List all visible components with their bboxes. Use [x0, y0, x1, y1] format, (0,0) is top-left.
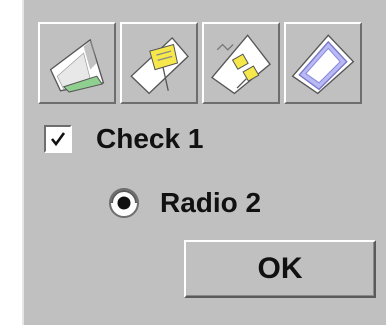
paper-clips-icon-button[interactable] [202, 22, 280, 104]
notebook-icon-button[interactable] [38, 22, 116, 104]
paper-label-icon [126, 28, 192, 98]
radio-selected-icon [109, 188, 139, 218]
dialog-panel: Check 1 Radio 2 OK [22, 0, 386, 325]
check1-label: Check 1 [96, 123, 204, 154]
check1-checkbox[interactable] [44, 125, 72, 153]
checkmark-icon [50, 132, 66, 147]
check1-row[interactable]: Check 1 [44, 118, 203, 160]
paper-label-icon-button[interactable] [120, 22, 198, 104]
picture-frame-icon [290, 28, 356, 98]
ok-button[interactable]: OK [184, 240, 376, 298]
radio2-row[interactable]: Radio 2 [108, 182, 261, 224]
picture-frame-icon-button[interactable] [284, 22, 362, 104]
notebook-icon [44, 28, 110, 98]
radio2-label: Radio 2 [160, 187, 262, 218]
dialog-window: Check 1 Radio 2 OK [0, 0, 386, 325]
radio2-button[interactable] [108, 187, 140, 219]
paper-clips-icon [208, 28, 274, 98]
